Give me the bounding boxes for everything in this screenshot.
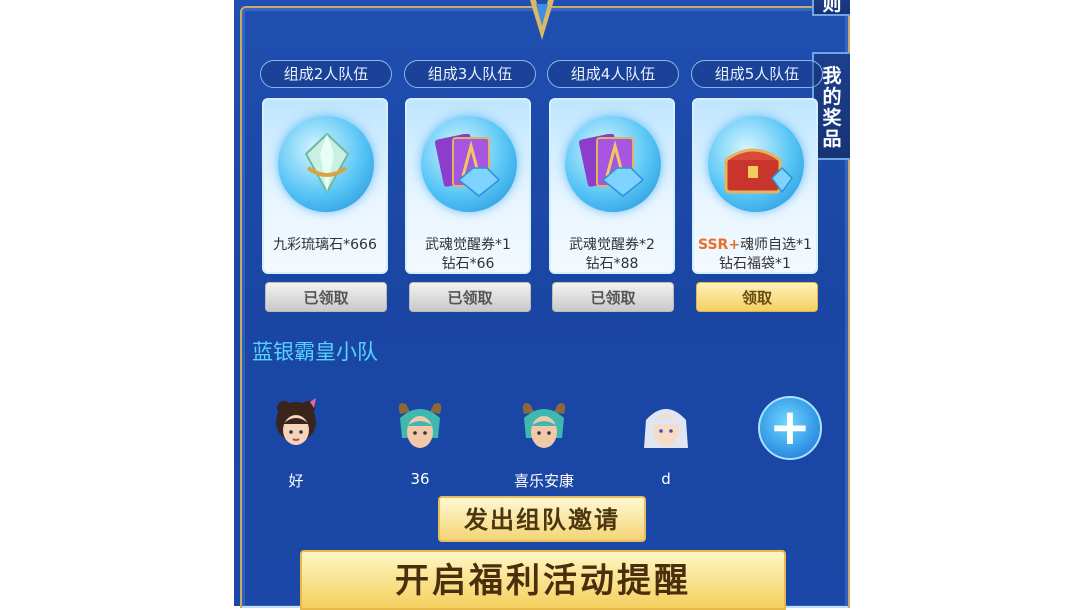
ssr-tag: SSR+ xyxy=(698,237,741,253)
reward-card: 武魂觉醒券*1 钻石*66 xyxy=(405,98,531,274)
team-size-label-2: 组成2人队伍 xyxy=(260,60,392,88)
member-name: 好 xyxy=(288,472,304,490)
ticket-diamond-icon xyxy=(578,134,645,197)
team-member[interactable]: 喜乐安康 xyxy=(504,398,584,491)
crystal-icon xyxy=(304,132,350,194)
team-member[interactable]: 好 xyxy=(256,398,336,491)
reward-text-line2: 钻石*66 xyxy=(441,256,495,272)
reward-text-line1: 武魂觉醒券*2 xyxy=(569,237,655,253)
team-size-label-5: 组成5人队伍 xyxy=(691,60,823,88)
reward-text-line1: 魂师自选*1 xyxy=(740,237,812,253)
team-member[interactable]: d xyxy=(626,398,706,488)
reward-card: 九彩琉璃石*666 xyxy=(262,98,388,274)
member-name: 喜乐安康 xyxy=(513,472,574,490)
side-tab-top-label: 则 xyxy=(822,0,842,15)
claim-button[interactable]: 领取 xyxy=(696,282,818,312)
team-size-label-3: 组成3人队伍 xyxy=(404,60,536,88)
emblem-icon xyxy=(530,0,554,40)
my-prizes-char: 品 xyxy=(822,128,842,150)
side-tab-top[interactable]: 则 xyxy=(812,0,850,16)
team-name: 蓝银霸皇小队 xyxy=(252,340,378,364)
ticket-diamond-icon xyxy=(434,134,501,197)
silver-hair-avatar xyxy=(644,409,688,448)
plus-icon: + xyxy=(769,398,811,456)
claimed-button[interactable]: 已领取 xyxy=(552,282,674,312)
claimed-button[interactable]: 已领取 xyxy=(409,282,531,312)
member-name: 36 xyxy=(410,470,430,488)
reward-text-line2: 钻石*88 xyxy=(585,256,639,272)
my-prizes-char: 的 xyxy=(822,86,842,108)
member-name: d xyxy=(661,470,671,488)
enable-reminder-button[interactable]: 开启福利活动提醒 xyxy=(300,550,786,610)
add-member-button[interactable]: + xyxy=(758,396,822,460)
reward-text-line2: 钻石福袋*1 xyxy=(719,256,791,272)
team-size-label-4: 组成4人队伍 xyxy=(547,60,679,88)
claimed-button[interactable]: 已领取 xyxy=(265,282,387,312)
reward-card: 武魂觉醒券*2 钻石*88 xyxy=(549,98,675,274)
send-invite-button[interactable]: 发出组队邀请 xyxy=(438,496,646,542)
reward-text-line1: 武魂觉醒券*1 xyxy=(425,237,511,253)
my-prizes-char: 奖 xyxy=(822,107,842,129)
girl-avatar xyxy=(276,398,316,445)
reward-text-line1: 九彩琉璃石*666 xyxy=(273,237,377,253)
horned-warrior-avatar xyxy=(398,403,442,448)
treasure-chest-icon xyxy=(724,148,793,194)
horned-warrior-avatar xyxy=(522,403,566,448)
team-member[interactable]: 36 xyxy=(380,398,460,488)
reward-card: SSR+魂师自选*1 钻石福袋*1 xyxy=(692,98,818,274)
